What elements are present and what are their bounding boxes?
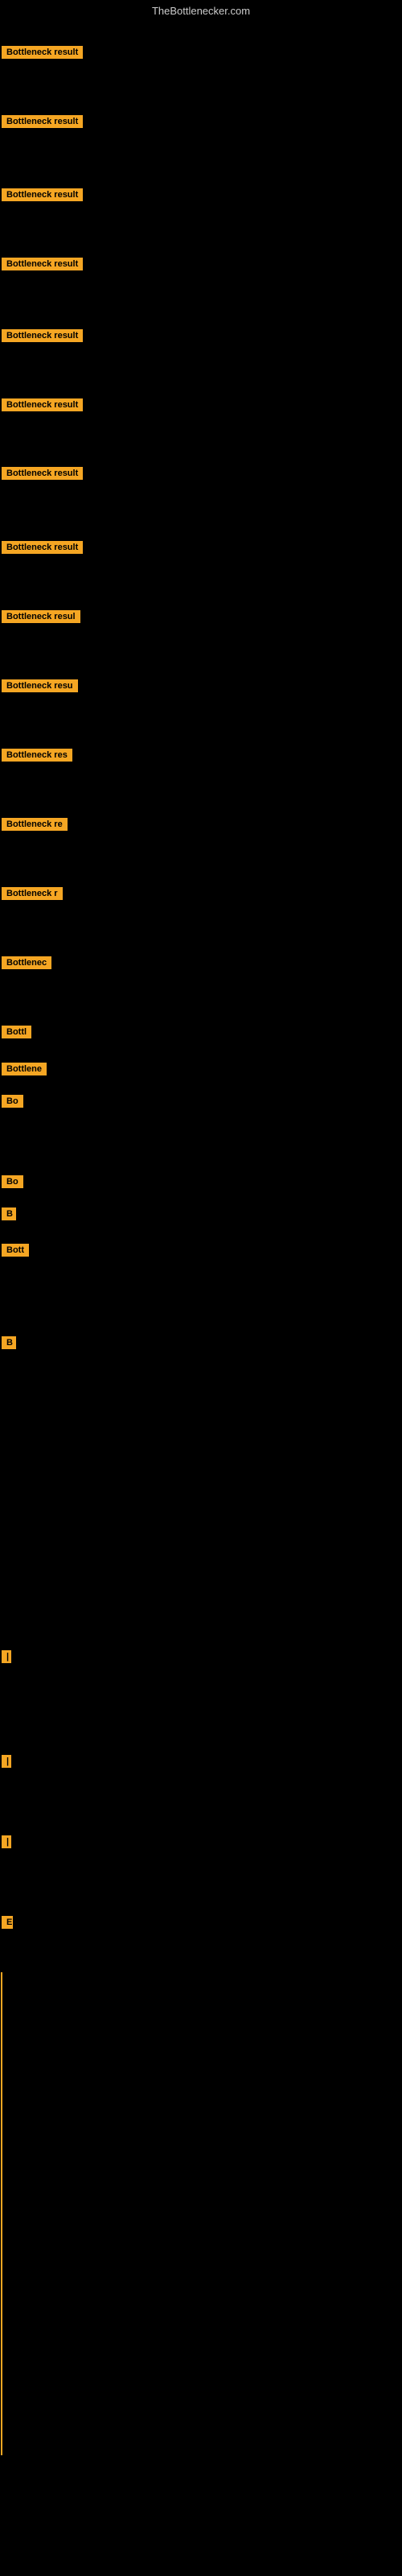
bottleneck-badge-10: Bottleneck resu <box>2 679 78 692</box>
bottleneck-badge-5: Bottleneck result <box>2 329 83 342</box>
bottleneck-badge-11: Bottleneck res <box>2 749 72 762</box>
bottleneck-badge-3: Bottleneck result <box>2 188 83 201</box>
bottleneck-badge-4: Bottleneck result <box>2 258 83 270</box>
bottleneck-badge-6: Bottleneck result <box>2 398 83 411</box>
bottleneck-badge-12: Bottleneck re <box>2 818 68 831</box>
bottleneck-badge-21: B <box>2 1336 16 1349</box>
bottleneck-badge-18: Bo <box>2 1175 23 1188</box>
bottleneck-badge-22: | <box>2 1650 11 1663</box>
bottleneck-badge-9: Bottleneck resul <box>2 610 80 623</box>
vertical-line-1 <box>1 1972 2 2455</box>
bottleneck-badge-24: | <box>2 1835 11 1848</box>
bottleneck-badge-13: Bottleneck r <box>2 887 63 900</box>
site-title: TheBottlenecker.com <box>0 0 402 22</box>
bottleneck-badge-20: Bott <box>2 1244 29 1257</box>
bottleneck-badge-8: Bottleneck result <box>2 541 83 554</box>
bottleneck-badge-16: Bottlene <box>2 1063 47 1075</box>
bottleneck-badge-14: Bottlenec <box>2 956 51 969</box>
bottleneck-badge-23: | <box>2 1755 11 1768</box>
bottleneck-badge-25: E <box>2 1916 13 1929</box>
bottleneck-badge-1: Bottleneck result <box>2 46 83 59</box>
bottleneck-badge-17: Bo <box>2 1095 23 1108</box>
bottleneck-badge-15: Bottl <box>2 1026 31 1038</box>
bottleneck-badge-7: Bottleneck result <box>2 467 83 480</box>
bottleneck-badge-19: B <box>2 1208 16 1220</box>
bottleneck-badge-2: Bottleneck result <box>2 115 83 128</box>
